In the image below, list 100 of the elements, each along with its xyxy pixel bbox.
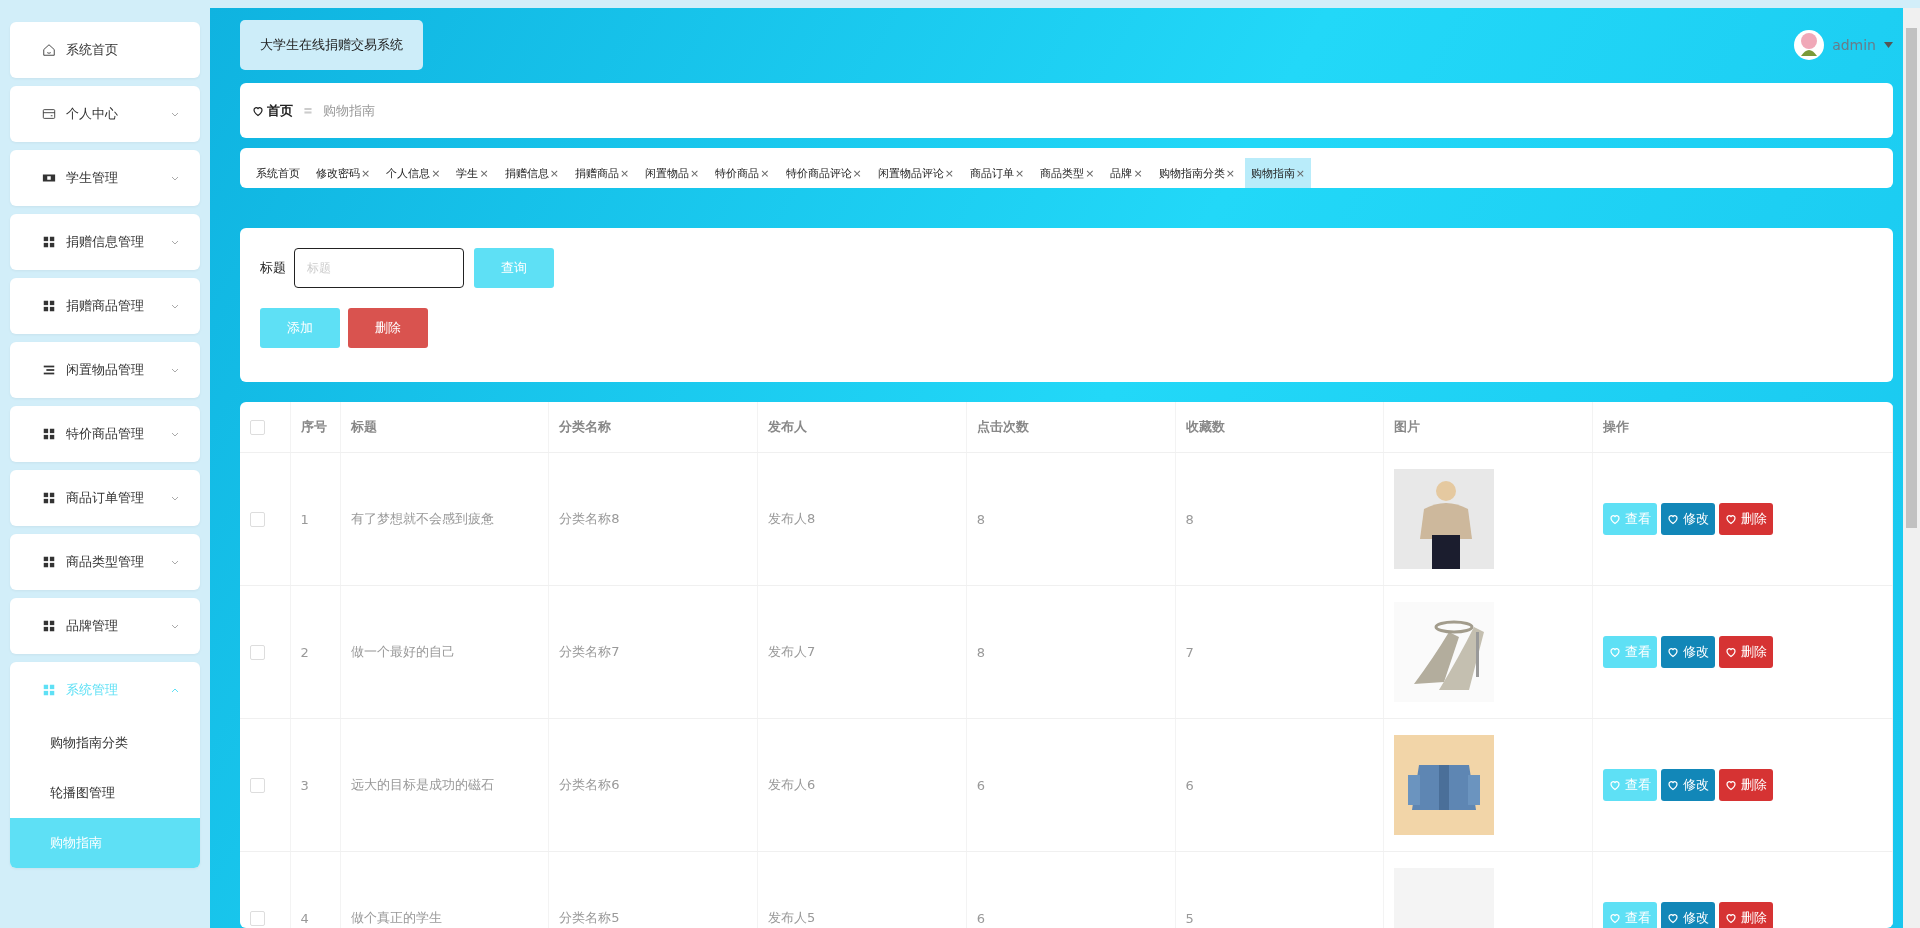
table-cell: 5 — [1175, 851, 1384, 928]
page-tab[interactable]: 闲置物品评论× — [871, 158, 960, 188]
sidebar-item[interactable]: 个人中心 — [10, 86, 200, 142]
page-tab[interactable]: 购物指南分类× — [1152, 158, 1241, 188]
sidebar-item[interactable]: 商品类型管理 — [10, 534, 200, 590]
table-cell: 6 — [1175, 718, 1384, 852]
grid-icon — [42, 555, 56, 569]
heart-icon — [1667, 646, 1679, 658]
delete-button[interactable]: 删除 — [1719, 902, 1773, 928]
select-all-checkbox[interactable] — [250, 420, 265, 435]
page-tab[interactable]: 商品类型× — [1034, 158, 1101, 188]
heart-icon — [1609, 779, 1621, 791]
row-checkbox[interactable] — [250, 778, 265, 793]
table-cell: 发布人5 — [757, 851, 967, 928]
table-cell: 3 — [290, 718, 340, 852]
delete-button[interactable]: 删除 — [348, 308, 428, 348]
table-cell: 7 — [1175, 585, 1384, 719]
heart-icon — [1725, 912, 1737, 924]
home-icon — [42, 43, 56, 57]
list-icon — [42, 363, 56, 377]
card-icon — [42, 107, 56, 121]
table-cell: 有了梦想就不会感到疲惫 — [340, 452, 549, 586]
edit-button[interactable]: 修改 — [1661, 902, 1715, 928]
heart-icon — [1725, 513, 1737, 525]
table-cell: 发布人7 — [757, 585, 967, 719]
grid-icon — [42, 299, 56, 313]
table-cell: 2 — [290, 585, 340, 719]
table-cell: 6 — [966, 718, 1175, 852]
column-header: 图片 — [1383, 402, 1593, 453]
grid-icon — [42, 235, 56, 249]
page-tab[interactable]: 品牌× — [1104, 158, 1149, 188]
submenu-item[interactable]: 轮播图管理 — [10, 768, 200, 818]
sidebar-item[interactable]: 品牌管理 — [10, 598, 200, 654]
submenu-item[interactable]: 购物指南分类 — [10, 718, 200, 768]
caret-icon — [1884, 42, 1893, 48]
row-checkbox[interactable] — [250, 512, 265, 527]
heart-icon — [1667, 779, 1679, 791]
page-tab[interactable]: 学生× — [450, 158, 495, 188]
table-cell: 8 — [1175, 452, 1384, 586]
heart-icon — [1609, 646, 1621, 658]
row-checkbox[interactable] — [250, 911, 265, 926]
table-cell: 8 — [966, 585, 1175, 719]
scrollbar[interactable] — [1903, 8, 1920, 928]
breadcrumb-home[interactable]: 首页 — [252, 101, 293, 120]
heart-icon — [252, 104, 264, 117]
breadcrumb-current: 购物指南 — [323, 101, 375, 120]
heart-icon — [1609, 513, 1621, 525]
row-checkbox[interactable] — [250, 645, 265, 660]
table-cell: 4 — [290, 851, 340, 928]
column-header: 序号 — [290, 402, 340, 453]
delete-button[interactable]: 删除 — [1719, 503, 1773, 535]
column-header: 分类名称 — [548, 402, 758, 453]
page-tab[interactable]: 购物指南× — [1244, 158, 1312, 188]
heart-icon — [1667, 513, 1679, 525]
heart-icon — [1609, 912, 1621, 924]
page-tab[interactable]: 个人信息× — [380, 158, 447, 188]
page-tab[interactable]: 特价商品评论× — [779, 158, 868, 188]
delete-button[interactable]: 删除 — [1719, 769, 1773, 801]
sidebar-item[interactable]: 商品订单管理 — [10, 470, 200, 526]
table-cell: 8 — [966, 452, 1175, 586]
page-tab[interactable]: 特价商品× — [709, 158, 776, 188]
page-tab[interactable]: 捐赠商品× — [568, 158, 636, 188]
avatar-icon — [1794, 30, 1825, 60]
column-header: 点击次数 — [966, 402, 1175, 453]
sidebar-item[interactable]: 捐赠商品管理 — [10, 278, 200, 334]
sidebar-item[interactable]: 系统首页 — [10, 22, 200, 78]
page-tab[interactable]: 修改密码× — [310, 158, 377, 188]
heart-icon — [1725, 779, 1737, 791]
system-title: 大学生在线捐赠交易系统 — [240, 20, 423, 70]
table-cell: 远大的目标是成功的磁石 — [340, 718, 549, 852]
page-tab[interactable]: 捐赠信息× — [498, 158, 565, 188]
table-cell: 发布人6 — [757, 718, 967, 852]
delete-button[interactable]: 删除 — [1719, 636, 1773, 668]
page-tab[interactable]: 商品订单× — [963, 158, 1031, 188]
table-cell: 分类名称6 — [548, 718, 758, 852]
sidebar-item[interactable]: 学生管理 — [10, 150, 200, 206]
heart-icon — [1667, 912, 1679, 924]
breadcrumb-separator: 〓 — [303, 103, 313, 118]
heart-icon — [1725, 646, 1737, 658]
table-cell: 做个真正的学生 — [340, 851, 549, 928]
grid-icon — [42, 619, 56, 633]
grid-icon — [42, 427, 56, 441]
page-tab[interactable]: 系统首页 — [250, 158, 306, 188]
edit-button[interactable]: 修改 — [1661, 503, 1715, 535]
sidebar-item[interactable]: 闲置物品管理 — [10, 342, 200, 398]
edit-button[interactable]: 修改 — [1661, 636, 1715, 668]
table-cell: 分类名称8 — [548, 452, 758, 586]
table-cell: 分类名称5 — [548, 851, 758, 928]
edit-button[interactable]: 修改 — [1661, 769, 1715, 801]
sidebar-item[interactable]: 特价商品管理 — [10, 406, 200, 462]
field-label: 标题 — [260, 259, 286, 277]
table-cell: 发布人8 — [757, 452, 967, 586]
sidebar-item[interactable]: 捐赠信息管理 — [10, 214, 200, 270]
column-header: 发布人 — [757, 402, 967, 453]
grid-icon — [42, 491, 56, 505]
table-cell: 1 — [290, 452, 340, 586]
grid-icon — [42, 683, 56, 697]
page-tab[interactable]: 闲置物品× — [639, 158, 706, 188]
table-cell: 分类名称7 — [548, 585, 758, 719]
column-header: 标题 — [340, 402, 549, 453]
